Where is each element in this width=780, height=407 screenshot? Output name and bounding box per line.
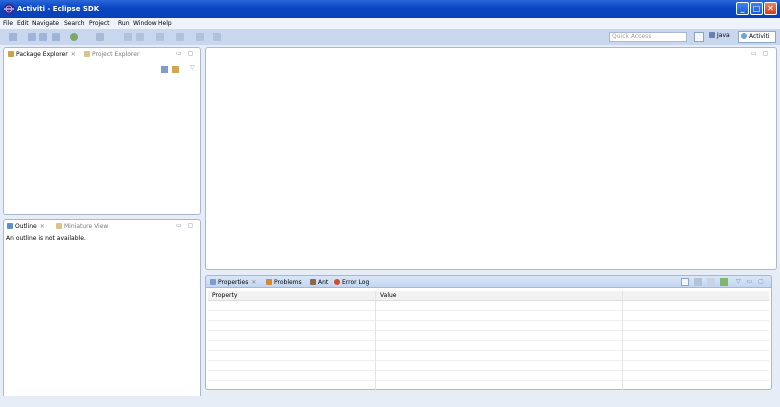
close-tab-icon[interactable]: ✕ (71, 51, 76, 58)
error-log-icon (334, 279, 340, 285)
back-arrow-icon[interactable] (176, 33, 184, 41)
menu-edit[interactable]: Edit (17, 19, 29, 28)
outline-panel: Outline ✕ Miniature View ▭ ▢ An outline i… (3, 219, 201, 407)
search-icon[interactable] (124, 33, 132, 41)
save-icon[interactable] (28, 33, 36, 41)
panel-min-max-controls[interactable]: ▭ ▢ (176, 50, 195, 58)
menu-file[interactable]: File (3, 19, 13, 28)
miniature-view-icon (56, 223, 62, 229)
print-icon[interactable] (52, 33, 60, 41)
menu-search[interactable]: Search (64, 19, 85, 28)
open-perspective-icon[interactable] (694, 32, 704, 42)
perspective-java-label: Java (717, 32, 730, 39)
show-categories-icon[interactable] (681, 278, 689, 286)
project-explorer-icon (84, 51, 90, 57)
outline-icon (7, 223, 13, 229)
package-explorer-panel: Package Explorer ✕ Project Explorer ▭ ▢ ▽ (3, 47, 201, 215)
link-with-editor-icon[interactable] (172, 66, 179, 73)
column-header-value[interactable]: Value (376, 291, 623, 301)
menu-window[interactable]: Window (133, 19, 157, 28)
maximize-button[interactable]: □ (750, 2, 763, 15)
table-row (208, 381, 769, 391)
table-row (208, 341, 769, 351)
tab-ant-label: Ant (318, 279, 329, 286)
tab-ant[interactable]: Ant (310, 278, 328, 287)
tab-package-explorer-label: Package Explorer (16, 51, 68, 58)
window-title: Activiti - Eclipse SDK (17, 5, 100, 13)
table-row (208, 351, 769, 361)
ant-icon (310, 279, 316, 285)
close-tab-icon[interactable]: ✕ (251, 279, 256, 286)
last-edit-icon[interactable] (213, 33, 221, 41)
outline-empty-message: An outline is not available. (6, 235, 86, 242)
perspective-java[interactable]: Java (709, 31, 730, 43)
tab-miniature-view[interactable]: Miniature View (56, 222, 108, 231)
table-row (208, 371, 769, 381)
pin-view-icon[interactable] (720, 278, 728, 286)
minimize-button[interactable]: _ (736, 2, 749, 15)
tab-outline[interactable]: Outline ✕ (7, 222, 45, 231)
editor-area[interactable]: ▭ ▢ (205, 47, 777, 270)
table-header-row: Property Value (208, 291, 769, 301)
package-explorer-tabbar: Package Explorer ✕ Project Explorer ▭ ▢ (4, 48, 200, 60)
open-type-icon[interactable] (136, 33, 144, 41)
tab-problems[interactable]: Problems (266, 278, 302, 287)
tab-properties-label: Properties (218, 279, 249, 286)
outline-tabbar: Outline ✕ Miniature View ▭ ▢ (4, 220, 200, 232)
properties-table: Property Value (208, 291, 769, 391)
perspective-activiti[interactable]: Activiti (738, 31, 776, 43)
perspective-activiti-label: Activiti (749, 33, 770, 40)
panel-min-max-controls[interactable]: ▭ ▢ (176, 222, 195, 230)
view-menu-icon[interactable]: ▽ (190, 64, 195, 71)
title-bar[interactable]: Activiti - Eclipse SDK _ □ ✕ (0, 0, 780, 18)
quick-access-input[interactable]: Quick Access (609, 32, 687, 42)
properties-view-menu-icon[interactable]: ▽ ▭ ▢ (736, 278, 766, 286)
table-row (208, 331, 769, 341)
annotation-icon[interactable] (156, 33, 164, 41)
tab-project-explorer-label: Project Explorer (92, 51, 140, 58)
eclipse-icon (3, 3, 15, 15)
debug-icon[interactable] (70, 33, 78, 41)
table-row (208, 321, 769, 331)
menu-navigate[interactable]: Navigate (32, 19, 59, 28)
tab-error-log-label: Error Log (342, 279, 370, 286)
tab-properties[interactable]: Properties ✕ (210, 278, 256, 287)
table-row (208, 311, 769, 321)
tab-outline-label: Outline (15, 223, 37, 230)
editor-min-max-controls[interactable]: ▭ ▢ (751, 50, 770, 58)
package-explorer-icon (8, 51, 14, 57)
restore-default-icon[interactable] (707, 278, 715, 286)
tab-miniature-view-label: Miniature View (64, 223, 109, 230)
properties-tabbar: Properties ✕ Problems Ant Error Log ▽ ▭ ▢ (205, 275, 772, 288)
run-icon[interactable] (96, 33, 104, 41)
show-advanced-icon[interactable] (694, 278, 702, 286)
activiti-perspective-icon (741, 33, 747, 39)
save-all-icon[interactable] (39, 33, 47, 41)
tab-error-log[interactable]: Error Log (334, 278, 369, 287)
tab-package-explorer[interactable]: Package Explorer ✕ (8, 50, 76, 59)
java-perspective-icon (709, 32, 715, 38)
column-header-extra (623, 291, 769, 301)
collapse-all-icon[interactable] (161, 66, 168, 73)
menu-project[interactable]: Project (89, 19, 110, 28)
forward-arrow-icon[interactable] (196, 33, 204, 41)
table-row (208, 301, 769, 311)
column-header-property[interactable]: Property (208, 291, 376, 301)
close-tab-icon[interactable]: ✕ (40, 223, 45, 230)
status-bar (0, 396, 780, 407)
new-icon[interactable] (9, 33, 17, 41)
tab-problems-label: Problems (274, 279, 302, 286)
menu-run[interactable]: Run (118, 19, 130, 28)
menu-help[interactable]: Help (158, 19, 172, 28)
tab-project-explorer[interactable]: Project Explorer (84, 50, 139, 59)
properties-icon (210, 279, 216, 285)
close-window-button[interactable]: ✕ (764, 2, 777, 15)
table-row (208, 361, 769, 371)
menu-bar: File Edit Navigate Search Project Run Wi… (0, 18, 780, 29)
problems-icon (266, 279, 272, 285)
